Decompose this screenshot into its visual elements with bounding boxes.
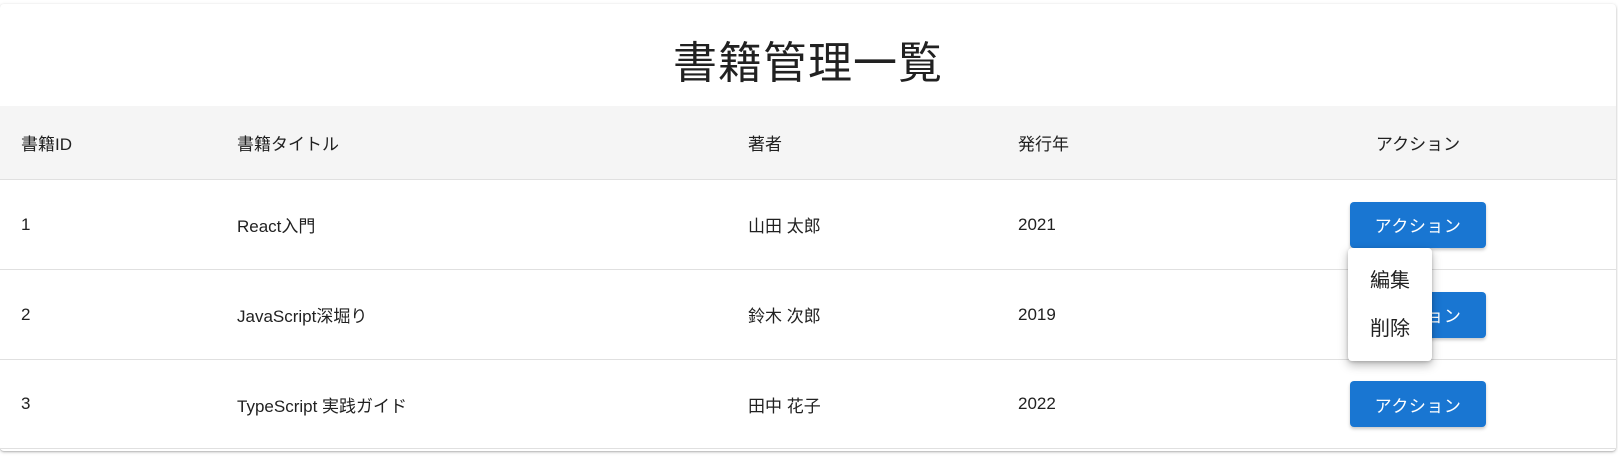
menu-item-delete[interactable]: 削除: [1348, 304, 1432, 348]
cell-action: アクション: [1320, 360, 1516, 448]
cell-book-id: 1: [21, 214, 31, 234]
cell-book-title: React入門: [237, 217, 316, 236]
cell-book-id: 3: [21, 394, 31, 413]
table-row: 3 TypeScript 実践ガイド 田中 花子 2022 アクション: [0, 360, 1616, 449]
cell-author: 鈴木 次郎: [748, 307, 821, 326]
header-book-id: 書籍ID: [21, 135, 72, 154]
action-button[interactable]: アクション: [1350, 201, 1486, 248]
cell-year: 2021: [1018, 214, 1056, 234]
cell-author: 山田 太郎: [748, 217, 821, 236]
action-button[interactable]: アクション: [1350, 381, 1486, 427]
table-header-row: 書籍ID 書籍タイトル 著者 発行年 アクション: [0, 106, 1616, 180]
menu-item-edit[interactable]: 編集: [1348, 256, 1432, 300]
cell-book-title: JavaScript深堀り: [237, 307, 368, 326]
cell-book-id: 2: [21, 304, 31, 324]
header-year: 発行年: [1018, 135, 1069, 154]
cell-year: 2019: [1018, 304, 1056, 324]
header-action: アクション: [1375, 135, 1461, 154]
book-list-card: 書籍管理一覧 書籍ID 書籍タイトル 著者 発行年 アクション 1 React入…: [0, 4, 1616, 451]
page-title: 書籍管理一覧: [673, 39, 943, 88]
cell-year: 2022: [1018, 394, 1056, 413]
cell-author: 田中 花子: [748, 396, 821, 416]
header-author: 著者: [748, 135, 782, 154]
header-book-title: 書籍タイトル: [237, 135, 339, 154]
cell-book-title: TypeScript 実践ガイド: [237, 396, 408, 416]
action-dropdown-menu: 編集 削除: [1348, 248, 1432, 361]
